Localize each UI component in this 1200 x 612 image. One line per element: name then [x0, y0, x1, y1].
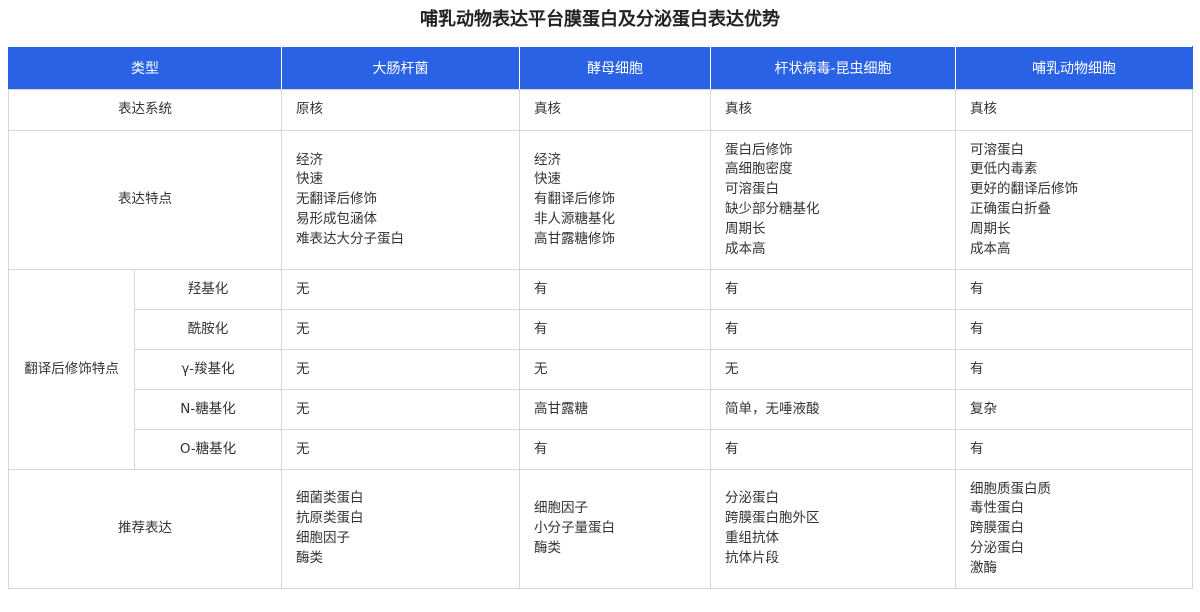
cell-line: 缺少部分糖基化: [725, 201, 820, 217]
row-gamma-carboxylation: γ-羧基化 无 无 无 有: [9, 349, 1193, 390]
sub-row-label: 羟基化: [134, 269, 282, 310]
cell-line: 细胞因子: [296, 530, 350, 546]
comparison-table: 类型 大肠杆菌 酵母细胞 杆状病毒-昆虫细胞 哺乳动物细胞 表达系统 原核 真核…: [8, 46, 1193, 589]
cell-line: 抗体片段: [725, 549, 779, 566]
cell-line: 快速: [534, 171, 561, 188]
row-label: 表达系统: [8, 89, 282, 131]
cell: 有: [519, 429, 711, 470]
header-baculovirus-insect: 杆状病毒-昆虫细胞: [710, 46, 956, 90]
cell: 无: [281, 309, 520, 350]
cell-line: 抗原类蛋白: [296, 510, 364, 527]
cell: 真核: [710, 89, 956, 131]
cell: 复杂: [955, 389, 1193, 430]
row-label: 表达特点: [8, 130, 282, 270]
cell-line: 细菌类蛋白: [296, 490, 364, 507]
cell: 有: [710, 309, 956, 350]
cell-line: 可溶蛋白: [725, 181, 779, 198]
cell-line: 酶类: [534, 539, 561, 556]
cell: 无: [519, 349, 711, 390]
cell: 高甘露糖: [519, 389, 711, 430]
cell-multiline: 分泌蛋白 跨膜蛋白胞外区 重组抗体 抗体片段: [710, 469, 956, 589]
sub-row-label: O-糖基化: [134, 429, 282, 470]
cell-line: 非人源糖基化: [534, 210, 615, 227]
cell: 无: [281, 349, 520, 390]
cell-multiline: 细菌类蛋白 抗原类蛋白 细胞因子 酶类: [281, 469, 520, 589]
cell: 无: [710, 349, 956, 390]
cell-line: 经济: [296, 151, 323, 168]
cell-line: 重组抗体: [725, 530, 779, 546]
cell-line: 成本高: [725, 240, 766, 257]
header-yeast: 酵母细胞: [519, 46, 711, 90]
header-type: 类型: [8, 46, 282, 90]
cell-multiline: 经济 快速 无翻译后修饰 易形成包涵体 难表达大分子蛋白: [281, 130, 520, 270]
cell: 有: [955, 309, 1193, 350]
cell-multiline: 蛋白后修饰 高细胞密度 可溶蛋白 缺少部分糖基化 周期长 成本高: [710, 130, 956, 270]
row-label-ptm: 翻译后修饰特点: [8, 269, 135, 470]
cell: 有: [955, 269, 1193, 310]
cell-line: 无翻译后修饰: [296, 191, 377, 208]
cell-line: 蛋白后修饰: [725, 141, 793, 158]
cell-line: 周期长: [725, 220, 766, 237]
cell-line: 激酶: [970, 559, 997, 576]
cell-line: 高甘露糖修饰: [534, 230, 615, 247]
row-amidation: 酰胺化 无 有 有 有: [9, 309, 1193, 350]
cell-line: 周期长: [970, 220, 1011, 237]
cell-line: 更好的翻译后修饰: [970, 181, 1078, 198]
sub-row-label: γ-羧基化: [134, 349, 282, 390]
row-recommended: 推荐表达 细菌类蛋白 抗原类蛋白 细胞因子 酶类 细胞因子 小分子量蛋白 酶类 …: [8, 469, 1193, 589]
cell-line: 分泌蛋白: [725, 490, 779, 507]
row-expression-system: 表达系统 原核 真核 真核 真核: [8, 89, 1193, 131]
cell-line: 快速: [296, 171, 323, 188]
row-n-glycosylation: N-糖基化 无 高甘露糖 简单，无唾液酸 复杂: [9, 389, 1193, 430]
cell-line: 正确蛋白折叠: [970, 201, 1051, 217]
row-expression-features: 表达特点 经济 快速 无翻译后修饰 易形成包涵体 难表达大分子蛋白 经济 快速 …: [8, 130, 1193, 270]
cell: 真核: [955, 89, 1193, 131]
cell-line: 跨膜蛋白胞外区: [725, 510, 820, 527]
cell: 有: [710, 269, 956, 310]
cell-multiline: 细胞因子 小分子量蛋白 酶类: [519, 469, 711, 589]
cell-line: 小分子量蛋白: [534, 520, 615, 537]
cell-multiline: 细胞质蛋白质 毒性蛋白 跨膜蛋白 分泌蛋白 激酶: [955, 469, 1193, 589]
cell: 无: [281, 429, 520, 470]
cell: 有: [519, 269, 711, 310]
sub-row-label: N-糖基化: [134, 389, 282, 430]
cell: 简单，无唾液酸: [710, 389, 956, 430]
header-ecoli: 大肠杆菌: [281, 46, 520, 90]
cell-line: 成本高: [970, 240, 1011, 257]
header-row: 类型 大肠杆菌 酵母细胞 杆状病毒-昆虫细胞 哺乳动物细胞: [8, 46, 1193, 90]
cell-line: 酶类: [296, 549, 323, 566]
cell: 无: [281, 269, 520, 310]
cell-multiline: 可溶蛋白 更低内毒素 更好的翻译后修饰 正确蛋白折叠 周期长 成本高: [955, 130, 1193, 270]
cell-line: 跨膜蛋白: [970, 520, 1024, 537]
cell: 有: [955, 429, 1193, 470]
row-o-glycosylation: O-糖基化 无 有 有 有: [9, 429, 1193, 470]
cell: 原核: [281, 89, 520, 131]
cell-multiline: 经济 快速 有翻译后修饰 非人源糖基化 高甘露糖修饰: [519, 130, 711, 270]
sub-row-label: 酰胺化: [134, 309, 282, 350]
cell-line: 经济: [534, 151, 561, 168]
cell-line: 更低内毒素: [970, 161, 1038, 178]
cell-line: 可溶蛋白: [970, 141, 1024, 158]
row-label: 推荐表达: [8, 469, 282, 589]
cell-line: 易形成包涵体: [296, 210, 377, 227]
cell-line: 毒性蛋白: [970, 500, 1024, 517]
row-hydroxylation: 翻译后修饰特点 羟基化 无 有 有 有: [8, 269, 1193, 470]
cell: 真核: [519, 89, 711, 131]
cell: 有: [519, 309, 711, 350]
cell-line: 高细胞密度: [725, 161, 793, 178]
cell-line: 细胞质蛋白质: [970, 480, 1051, 497]
cell-line: 有翻译后修饰: [534, 191, 615, 208]
cell: 无: [281, 389, 520, 430]
cell: 有: [955, 349, 1193, 390]
header-mammalian: 哺乳动物细胞: [955, 46, 1193, 90]
cell: 有: [710, 429, 956, 470]
cell-line: 细胞因子: [534, 500, 588, 517]
cell-line: 难表达大分子蛋白: [296, 230, 404, 247]
cell-line: 分泌蛋白: [970, 539, 1024, 556]
page-title: 哺乳动物表达平台膜蛋白及分泌蛋白表达优势: [420, 9, 780, 30]
